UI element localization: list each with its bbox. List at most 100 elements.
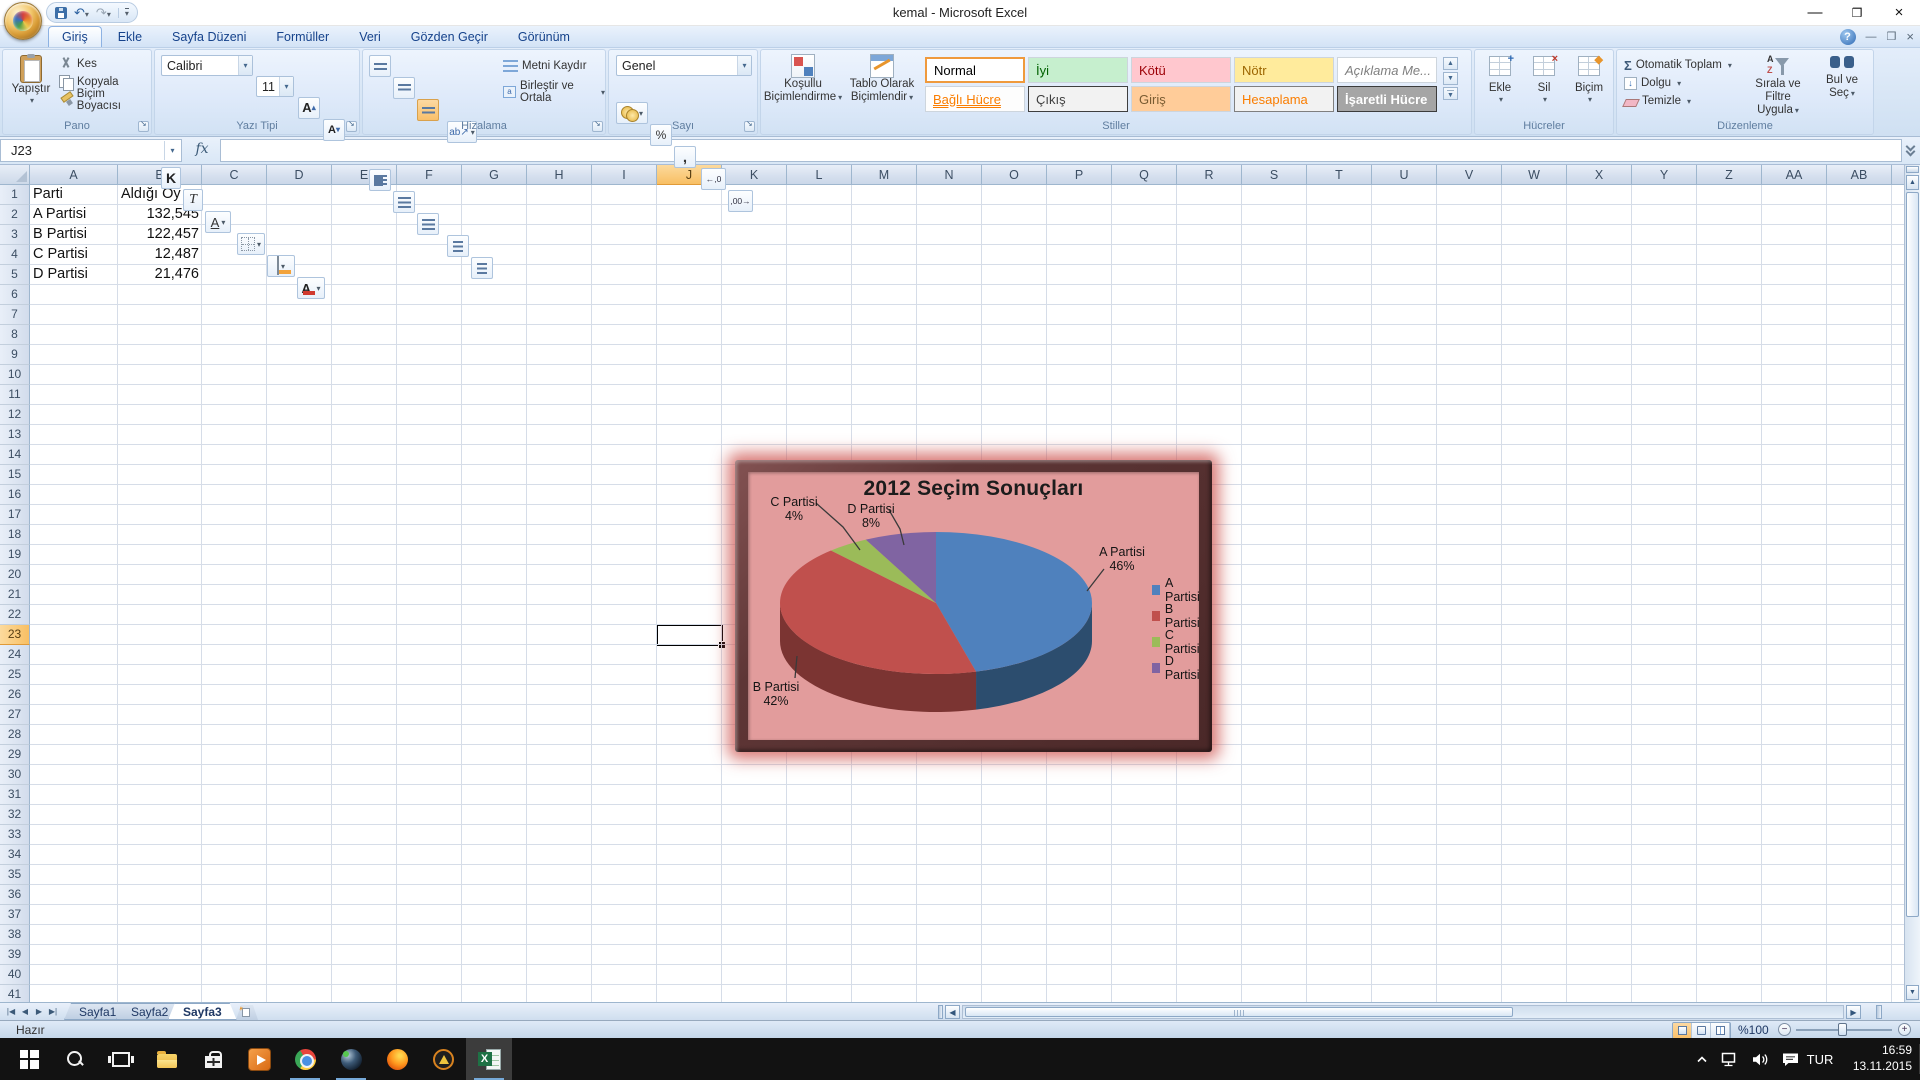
column-header-K[interactable]: K — [722, 165, 787, 185]
align-bottom-button[interactable] — [417, 99, 439, 121]
row-header-12[interactable]: 12 — [0, 405, 30, 425]
grow-font-button[interactable]: A — [298, 97, 320, 119]
row-header-31[interactable]: 31 — [0, 785, 30, 805]
zoom-level[interactable]: %100 — [1738, 1023, 1769, 1037]
row-header-7[interactable]: 7 — [0, 305, 30, 325]
action-center-icon[interactable] — [1778, 1038, 1802, 1080]
conditional-formatting-button[interactable]: Koşullu Biçimlendirme▾ — [766, 53, 840, 120]
row-header-1[interactable]: 1 — [0, 185, 30, 205]
column-header-D[interactable]: D — [267, 165, 332, 185]
window-close-button[interactable]: × — [1878, 0, 1920, 26]
sheet-tab-sayfa3[interactable]: Sayfa3 — [168, 1003, 237, 1020]
row-header-9[interactable]: 9 — [0, 345, 30, 365]
cell-style-a-klama-me-[interactable]: Açıklama Me... — [1337, 57, 1437, 83]
format-cells-button[interactable]: ◆ Biçim▾ — [1568, 55, 1610, 117]
tab-formüller[interactable]: Formüller — [262, 26, 343, 47]
cell-B5[interactable]: 21,476 — [118, 265, 202, 285]
column-header-M[interactable]: M — [852, 165, 917, 185]
row-header-25[interactable]: 25 — [0, 665, 30, 685]
row-header-24[interactable]: 24 — [0, 645, 30, 665]
page-break-view-button[interactable] — [1711, 1023, 1730, 1038]
column-header-V[interactable]: V — [1437, 165, 1502, 185]
save-icon[interactable] — [55, 7, 67, 19]
data-label-B Partisi[interactable]: B Partisi42% — [734, 681, 818, 708]
taskbar-search-button[interactable] — [52, 1038, 98, 1080]
autosum-button[interactable]: ΣOtomatik Toplam▾ — [1624, 56, 1732, 74]
row-header-32[interactable]: 32 — [0, 805, 30, 825]
zoom-in-icon[interactable]: + — [1898, 1023, 1911, 1036]
cell-style-n-tr[interactable]: Nötr — [1234, 57, 1334, 83]
column-header-AA[interactable]: AA — [1762, 165, 1827, 185]
tab-gözden-geçir[interactable]: Gözden Geçir — [397, 26, 502, 47]
cell-A4[interactable]: C Partisi — [30, 245, 118, 265]
row-header-6[interactable]: 6 — [0, 285, 30, 305]
align-middle-button[interactable] — [393, 77, 415, 99]
workbook-close-button[interactable]: × — [1906, 29, 1914, 45]
scroll-down-icon[interactable]: ▼ — [1906, 985, 1919, 1000]
merge-center-button[interactable]: aBirleştir ve Ortala▾ — [503, 83, 605, 101]
row-header-35[interactable]: 35 — [0, 865, 30, 885]
row-header-21[interactable]: 21 — [0, 585, 30, 605]
legend-item-B Partisi[interactable]: B Partisi — [1152, 602, 1202, 630]
insert-cells-button[interactable]: + Ekle▾ — [1480, 55, 1520, 117]
name-box-dropdown-icon[interactable]: ▾ — [164, 141, 180, 160]
row-header-8[interactable]: 8 — [0, 325, 30, 345]
number-format-select[interactable]: Genel▾ — [616, 55, 752, 76]
format-as-table-button[interactable]: Tablo Olarak Biçimlendir▾ — [844, 53, 920, 120]
vertical-scroll-thumb[interactable] — [1906, 192, 1919, 917]
normal-view-button[interactable] — [1673, 1023, 1692, 1038]
cut-button[interactable]: Kes — [59, 55, 151, 73]
row-header-5[interactable]: 5 — [0, 265, 30, 285]
row-header-27[interactable]: 27 — [0, 705, 30, 725]
row-header-29[interactable]: 29 — [0, 745, 30, 765]
column-header-Z[interactable]: Z — [1697, 165, 1762, 185]
delete-cells-button[interactable]: × Sil▾ — [1524, 55, 1564, 117]
tab-veri[interactable]: Veri — [345, 26, 395, 47]
column-header-O[interactable]: O — [982, 165, 1047, 185]
tray-chevron-icon[interactable] — [1692, 1038, 1712, 1080]
column-header-X[interactable]: X — [1567, 165, 1632, 185]
italic-button[interactable]: T — [183, 189, 203, 211]
cell-style-giri-[interactable]: Giriş — [1131, 86, 1231, 112]
cell-A2[interactable]: A Partisi — [30, 205, 118, 225]
column-header-T[interactable]: T — [1307, 165, 1372, 185]
row-header-41[interactable]: 41 — [0, 985, 30, 1002]
cell-style-i-aretli-h-cre[interactable]: İşaretli Hücre — [1337, 86, 1437, 112]
help-icon[interactable]: ? — [1840, 29, 1856, 45]
decrease-indent-button[interactable] — [447, 235, 469, 257]
cell-A5[interactable]: D Partisi — [30, 265, 118, 285]
cell-style-k-t-[interactable]: Kötü — [1131, 57, 1231, 83]
row-header-4[interactable]: 4 — [0, 245, 30, 265]
page-layout-view-button[interactable] — [1692, 1023, 1711, 1038]
font-size-select[interactable]: 11▾ — [256, 76, 294, 97]
column-header-G[interactable]: G — [462, 165, 527, 185]
insert-function-button[interactable]: fx — [188, 139, 216, 162]
zoom-out-icon[interactable]: − — [1778, 1023, 1791, 1036]
next-sheet-icon[interactable]: ▶ — [32, 1005, 46, 1019]
align-center-button[interactable] — [393, 191, 415, 213]
cell-A1[interactable]: Parti — [30, 185, 118, 205]
fill-color-button[interactable]: ▾ — [267, 255, 295, 277]
taskbar-firefox-button[interactable] — [374, 1038, 420, 1080]
row-header-37[interactable]: 37 — [0, 905, 30, 925]
cell-style-hesaplama[interactable]: Hesaplama — [1234, 86, 1334, 112]
styles-gallery-more-icon[interactable]: —▼ — [1443, 87, 1458, 100]
column-header-P[interactable]: P — [1047, 165, 1112, 185]
row-header-33[interactable]: 33 — [0, 825, 30, 845]
formula-bar-expand-icon[interactable] — [1904, 145, 1918, 157]
taskbar-excel-button[interactable]: X — [466, 1038, 512, 1080]
row-header-34[interactable]: 34 — [0, 845, 30, 865]
column-header-Y[interactable]: Y — [1632, 165, 1697, 185]
pie-chart[interactable]: 2012 Seçim Sonuçları A Partisi46%B Parti… — [718, 448, 1228, 768]
number-dialog-launcher[interactable] — [744, 121, 755, 132]
underline-button[interactable]: A▾ — [205, 211, 231, 233]
tab-görünüm[interactable]: Görünüm — [504, 26, 584, 47]
column-header-I[interactable]: I — [592, 165, 657, 185]
prev-sheet-icon[interactable]: ◀ — [18, 1005, 32, 1019]
row-header-13[interactable]: 13 — [0, 425, 30, 445]
taskbar-task-view-button[interactable] — [98, 1038, 144, 1080]
window-minimize-button[interactable]: — — [1794, 0, 1836, 26]
taskbar-file-explorer-button[interactable] — [144, 1038, 190, 1080]
qat-customize-button[interactable]: ▾ — [118, 8, 129, 18]
align-right-button[interactable] — [417, 213, 439, 235]
